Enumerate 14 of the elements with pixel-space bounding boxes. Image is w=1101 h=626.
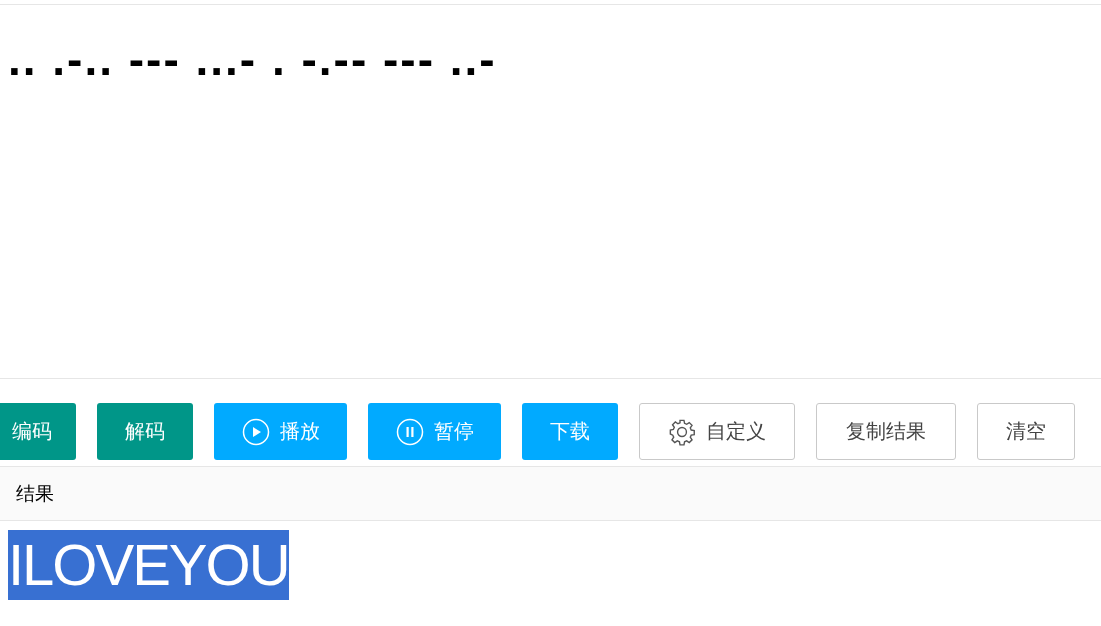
action-button[interactable]: 播放	[214, 403, 347, 460]
action-button[interactable]: 清空	[977, 403, 1075, 460]
action-button[interactable]: 自定义	[639, 403, 795, 460]
action-button[interactable]: 解码	[97, 403, 193, 460]
pause-icon	[395, 417, 424, 446]
input-field[interactable]: .. .-.. --- ...- . -.-- --- ..-	[0, 5, 1101, 89]
result-heading: 结果	[16, 480, 54, 506]
action-button[interactable]: 暂停	[368, 403, 501, 460]
play-icon	[241, 417, 270, 446]
action-button[interactable]: 下载	[522, 403, 618, 460]
settings-icon	[668, 417, 696, 446]
result-text: ILOVEYOU	[8, 530, 289, 600]
action-button[interactable]: 复制结果	[816, 403, 956, 460]
action-button[interactable]: 编码	[0, 403, 76, 460]
